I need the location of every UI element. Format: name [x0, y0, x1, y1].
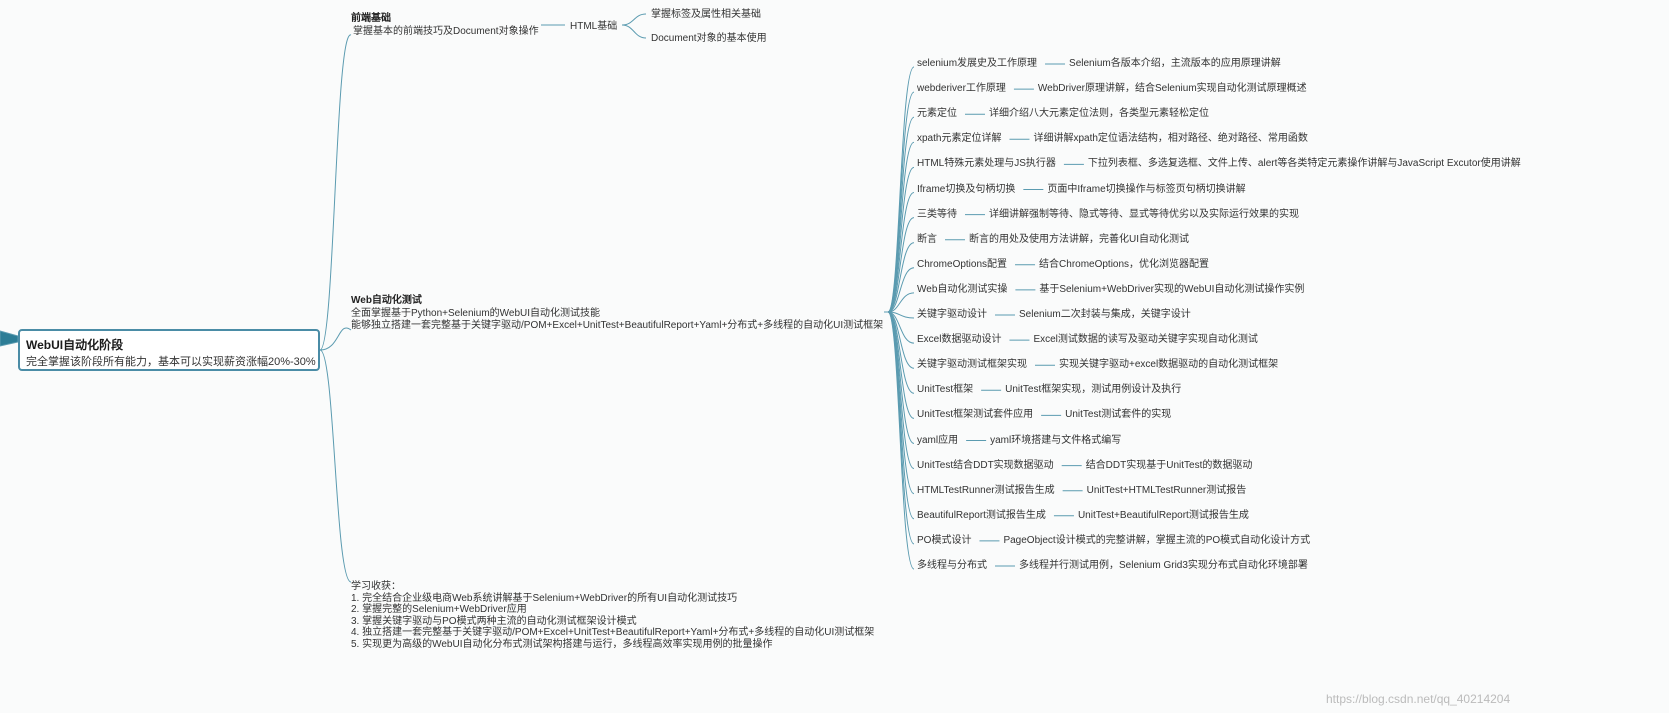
root-stub — [0, 330, 19, 347]
topic-desc: 多线程并行测试用例，Selenium Grid3实现分布式自动化环境部署 — [1019, 560, 1308, 571]
html-child-2: Document对象的基本使用 — [651, 33, 767, 44]
gains-line: 2. 掌握完整的Selenium+WebDriver应用 — [351, 604, 527, 615]
root-title: WebUI自动化阶段 — [26, 338, 124, 352]
topic-desc: 页面中Iframe切换操作与标签页句柄切换讲解 — [1047, 183, 1246, 195]
gains-line: 5. 实现更为高级的WebUI自动化分布式测试架构搭建与运行，多线程高效率实现用… — [351, 638, 773, 650]
topic-label: HTMLTestRunner测试报告生成 — [917, 484, 1055, 496]
topic-label: 多线程与分布式 — [917, 560, 987, 571]
topic-label: ChromeOptions配置 — [917, 258, 1008, 270]
mind-map: WebUI自动化阶段 完全掌握该阶段所有能力，基本可以实现薪资涨幅20%-30%… — [0, 0, 1669, 713]
topic-label: selenium发展史及工作原理 — [917, 58, 1038, 69]
branch-gains — [319, 349, 352, 583]
topic-desc: UnitTest测试套件的实现 — [1065, 409, 1172, 421]
topic-desc: 下拉列表框、多选复选框、文件上传、alert等各类特定元素操作讲解与JavaSc… — [1087, 158, 1521, 170]
gains-line: 3. 掌握关键字驱动与PO模式两种主流的自动化测试框架设计模式 — [351, 615, 637, 627]
topic-label: webderiver工作原理 — [917, 83, 1006, 95]
topic-desc: PageObject设计模式的完整讲解，掌握主流的PO模式自动化设计方式 — [1003, 534, 1311, 546]
root-subtitle: 完全掌握该阶段所有能力，基本可以实现薪资涨幅20%-30% — [26, 356, 316, 368]
topic-desc: Excel测试数据的读写及驱动关键字实现自动化测试 — [1033, 334, 1258, 346]
topic-label: 断言 — [917, 233, 937, 245]
topic-desc: 断言的用处及使用方法讲解，完善化UI自动化测试 — [969, 233, 1189, 245]
topic-label: Excel数据驱动设计 — [917, 334, 1002, 346]
topic-desc: 结合ChromeOptions，优化浏览器配置 — [1039, 258, 1210, 270]
topic-label: UnitTest结合DDT实现数据驱动 — [917, 459, 1054, 471]
web-desc-2: 能够独立搭建一套完整基于关键字驱动/POM+Excel+UnitTest+Bea… — [351, 320, 884, 331]
gains-title: 学习收获： — [351, 581, 401, 592]
topic-label: 关键字驱动测试框架实现 — [917, 359, 1027, 371]
gains-line: 4. 独立搭建一套完整基于关键字驱动/POM+Excel+UnitTest+Be… — [351, 627, 875, 638]
branch-frontend — [319, 34, 352, 351]
topic-desc: 详细介绍八大元素定位法则，各类型元素轻松定位 — [989, 108, 1209, 120]
watermark: https://blog.csdn.net/qq_40214204 — [1326, 692, 1511, 706]
topic-desc: UnitTest+HTMLTestRunner测试报告 — [1086, 484, 1247, 496]
topic-label: 元素定位 — [917, 108, 957, 120]
topic-label: 关键字驱动设计 — [917, 309, 987, 320]
topic-label: BeautifulReport测试报告生成 — [917, 509, 1046, 521]
topic-desc: 详细讲解强制等待、隐式等待、显式等待优劣以及实际运行效果的实现 — [989, 208, 1299, 220]
topic-desc: 基于Selenium+WebDriver实现的WebUI自动化测试操作实例 — [1039, 283, 1305, 295]
topic-label: HTML特殊元素处理与JS执行器 — [917, 158, 1056, 170]
topic-desc: Selenium二次封装与集成，关键字设计 — [1019, 309, 1191, 320]
topic-desc: 详细讲解xpath定位语法结构，相对路径、绝对路径、常用函数 — [1033, 133, 1308, 145]
html-child-link — [621, 13, 647, 26]
gains-line: 1. 完全结合企业级电商Web系统讲解基于Selenium+WebDriver的… — [351, 592, 738, 604]
topic-label: PO模式设计 — [917, 534, 972, 546]
topic-desc: UnitTest框架实现，测试用例设计及执行 — [1005, 384, 1182, 396]
topic-desc: 结合DDT实现基于UnitTest的数据驱动 — [1085, 459, 1253, 471]
topic-label: UnitTest框架测试套件应用 — [917, 409, 1034, 421]
topic-label: Web自动化测试实操 — [917, 283, 1008, 295]
topic-desc: yaml环境搭建与文件格式编写 — [990, 434, 1122, 446]
topic-desc: 实现关键字驱动+excel数据驱动的自动化测试框架 — [1059, 359, 1279, 371]
html-child-1: 掌握标签及属性相关基础 — [651, 9, 761, 20]
frontend-desc: 掌握基本的前端技巧及Document对象操作 — [353, 26, 539, 37]
topic-label: yaml应用 — [917, 434, 959, 446]
learning-gains: 学习收获： 1. 完全结合企业级电商Web系统讲解基于Selenium+WebD… — [351, 581, 874, 650]
topic-desc: Selenium各版本介绍，主流版本的应用原理讲解 — [1069, 58, 1281, 69]
web-title: Web自动化测试 — [351, 295, 422, 306]
frontend-title: 前端基础 — [351, 13, 391, 24]
topic-label: xpath元素定位详解 — [917, 133, 1002, 145]
topic-desc: WebDriver原理讲解，结合Selenium实现自动化测试原理概述 — [1037, 83, 1307, 95]
html-child-link — [621, 24, 647, 39]
topic-desc: UnitTest+BeautifulReport测试报告生成 — [1077, 509, 1249, 521]
topic-label: 三类等待 — [917, 208, 957, 220]
html-basics-node: HTML基础 — [570, 21, 618, 32]
root-node[interactable]: WebUI自动化阶段 完全掌握该阶段所有能力，基本可以实现薪资涨幅20%-30% — [18, 329, 320, 371]
topic-label: Iframe切换及句柄切换 — [917, 183, 1016, 195]
topic-label: UnitTest框架 — [917, 384, 974, 396]
